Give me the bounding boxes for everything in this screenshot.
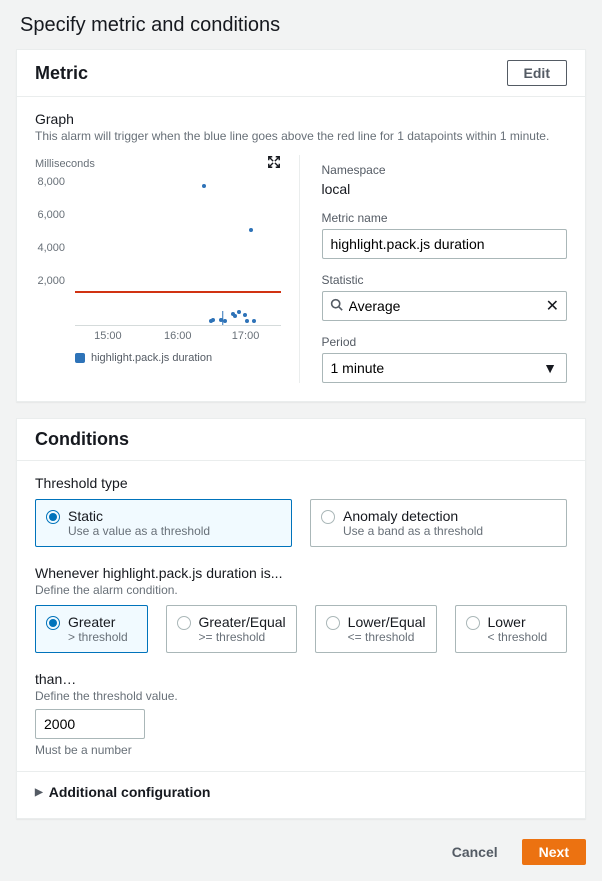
cancel-button[interactable]: Cancel (436, 839, 514, 865)
radio-icon (46, 510, 60, 524)
chart-legend: highlight.pack.js duration (75, 352, 281, 364)
statistic-label: Statistic (322, 273, 568, 287)
than-sub: Define the threshold value. (35, 689, 567, 703)
threshold-value-input[interactable] (35, 709, 145, 739)
y-tick: 2,000 (37, 275, 65, 287)
namespace-value: local (322, 181, 568, 197)
metric-panel: Metric Edit Graph This alarm will trigge… (16, 49, 586, 402)
tile-sub: < threshold (488, 630, 557, 644)
metric-heading: Metric (35, 63, 88, 84)
whenever-sub: Define the alarm condition. (35, 583, 567, 597)
tile-title: Greater/Equal (199, 614, 286, 630)
legend-swatch (75, 353, 85, 363)
operator-lower[interactable]: Lower < threshold (455, 605, 568, 653)
tile-sub: Use a value as a threshold (68, 524, 281, 538)
additional-configuration-toggle[interactable]: ▶ Additional configuration (35, 784, 567, 800)
graph-desc: This alarm will trigger when the blue li… (35, 129, 567, 143)
next-button[interactable]: Next (522, 839, 586, 865)
operator-lower-equal[interactable]: Lower/Equal <= threshold (315, 605, 437, 653)
period-label: Period (322, 335, 568, 349)
statistic-input[interactable] (322, 291, 568, 321)
metric-name-label: Metric name (322, 211, 568, 225)
x-tick: 16:00 (164, 330, 192, 342)
y-tick: 8,000 (37, 176, 65, 188)
radio-icon (46, 616, 60, 630)
threshold-line (75, 291, 281, 293)
period-select[interactable] (322, 353, 568, 383)
metric-name-input[interactable] (322, 229, 568, 259)
expand-chart-icon[interactable] (267, 155, 281, 172)
radio-icon (466, 616, 480, 630)
tile-sub: Use a band as a threshold (343, 524, 556, 538)
edit-button[interactable]: Edit (507, 60, 567, 86)
conditions-heading: Conditions (35, 429, 129, 450)
y-tick: 6,000 (37, 209, 65, 221)
tile-title: Lower (488, 614, 557, 630)
page-title: Specify metric and conditions (0, 0, 602, 49)
than-helper: Must be a number (35, 743, 567, 757)
chart: 2,000 4,000 6,000 8,000 (35, 178, 281, 348)
whenever-label: Whenever highlight.pack.js duration is..… (35, 565, 567, 581)
than-label: than… (35, 671, 567, 687)
namespace-label: Namespace (322, 163, 568, 177)
graph-label: Graph (35, 111, 567, 127)
tile-title: Lower/Equal (348, 614, 426, 630)
additional-config-label: Additional configuration (49, 784, 211, 800)
triangle-right-icon: ▶ (35, 787, 43, 798)
tile-title: Static (68, 508, 281, 524)
tile-title: Greater (68, 614, 137, 630)
threshold-type-label: Threshold type (35, 475, 567, 491)
radio-icon (321, 510, 335, 524)
search-icon (330, 298, 343, 314)
tile-title: Anomaly detection (343, 508, 556, 524)
radio-icon (326, 616, 340, 630)
chart-container: Milliseconds 2,000 4,000 6,000 8,000 (35, 155, 300, 383)
clear-icon[interactable]: ✕ (546, 296, 559, 316)
tile-sub: <= threshold (348, 630, 426, 644)
conditions-panel: Conditions Threshold type Static Use a v… (16, 418, 586, 819)
threshold-type-anomaly[interactable]: Anomaly detection Use a band as a thresh… (310, 499, 567, 547)
operator-greater-equal[interactable]: Greater/Equal >= threshold (166, 605, 297, 653)
metric-panel-header: Metric Edit (17, 50, 585, 97)
legend-label: highlight.pack.js duration (91, 352, 212, 364)
wizard-footer: Cancel Next (0, 835, 602, 881)
threshold-type-static[interactable]: Static Use a value as a threshold (35, 499, 292, 547)
plot-area (75, 178, 281, 326)
radio-icon (177, 616, 191, 630)
x-tick: 17:00 (232, 330, 260, 342)
x-tick: 15:00 (94, 330, 122, 342)
tile-sub: > threshold (68, 630, 137, 644)
y-tick: 4,000 (37, 242, 65, 254)
tile-sub: >= threshold (199, 630, 286, 644)
conditions-panel-header: Conditions (17, 419, 585, 461)
operator-greater[interactable]: Greater > threshold (35, 605, 148, 653)
chart-unit: Milliseconds (35, 158, 95, 170)
